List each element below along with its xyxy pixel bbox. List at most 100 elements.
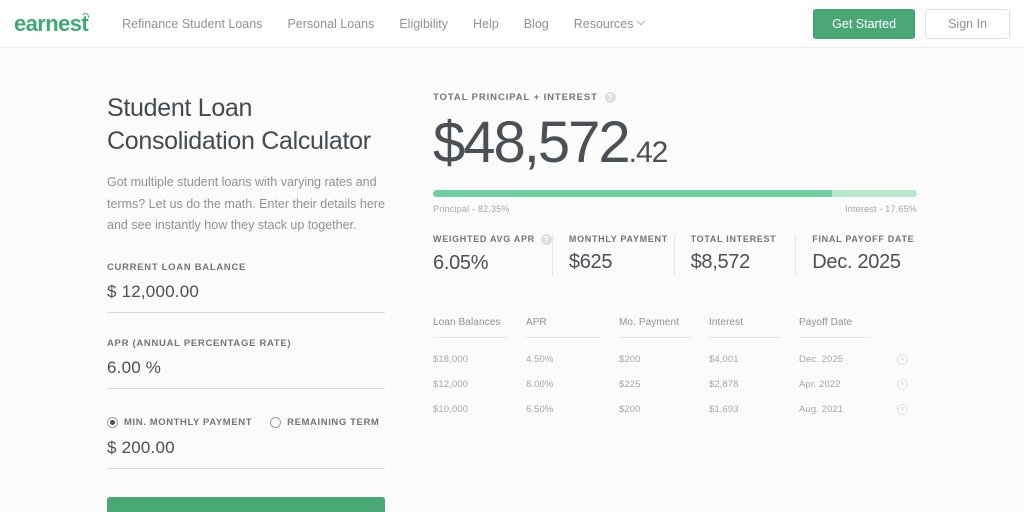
header-actions: Get Started Sign In xyxy=(813,8,1010,39)
stat-final-payoff-date: FINAL PAYOFF DATE Dec. 2025 xyxy=(795,233,917,275)
cell-apr: 4.50% xyxy=(526,353,554,365)
main-navigation: Refinance Student Loans Personal Loans E… xyxy=(122,16,646,31)
apr-input[interactable]: 6.00 % xyxy=(107,358,385,389)
stat-total-interest: TOTAL INTEREST $8,572 xyxy=(673,233,796,275)
apr-field: APR (ANNUAL PERCENTAGE RATE) 6.00 % xyxy=(107,338,385,389)
nav-item-refinance-student-loans[interactable]: Refinance Student Loans xyxy=(122,17,262,31)
current-loan-balance-field: CURRENT LOAN BALANCE $ 12,000.00 xyxy=(107,262,385,313)
nav-label: Blog xyxy=(523,16,549,31)
total-amount-cents: .42 xyxy=(628,136,669,169)
stat-label-text: TOTAL INTEREST xyxy=(690,233,777,244)
calculator-form-panel: Student Loan Consolidation Calculator Go… xyxy=(0,92,385,512)
remove-loan-icon[interactable]: × xyxy=(897,353,908,365)
logo-flourish-icon xyxy=(81,11,91,21)
logo-text: earnest xyxy=(14,10,89,36)
loan-table-body: $18,000 4.50% $200 $4,001 Dec. 2025 × $1… xyxy=(433,347,917,422)
column-label: Loan Balances xyxy=(433,317,508,338)
page-description: Got multiple student loans with varying … xyxy=(107,175,385,232)
earnest-logo[interactable]: earnest xyxy=(8,10,94,36)
site-header: earnest Refinance Student Loans Personal… xyxy=(0,0,1024,48)
cell-balance: $10,000 xyxy=(433,403,469,415)
principal-legend: Principal - 82.35% xyxy=(433,203,510,214)
nav-label: Resources xyxy=(573,16,634,31)
nav-label: Refinance Student Loans xyxy=(122,16,263,31)
interest-legend: Interest - 17.65% xyxy=(845,203,917,214)
nav-item-personal-loans[interactable]: Personal Loans xyxy=(287,17,374,31)
cell-interest: $4,001 xyxy=(709,353,739,365)
sign-in-button[interactable]: Sign In xyxy=(925,8,1010,39)
cell-interest: $2,878 xyxy=(709,378,739,390)
current-loan-balance-label: CURRENT LOAN BALANCE xyxy=(107,261,247,273)
stat-label: MONTHLY PAYMENT xyxy=(569,234,674,244)
column-header-loan-balances: Loan Balances xyxy=(433,317,526,347)
nav-item-eligibility[interactable]: Eligibility xyxy=(399,17,448,31)
column-header-interest: Interest xyxy=(709,317,799,347)
stat-weighted-avg-apr: WEIGHTED AVG APR ? 6.05% xyxy=(433,233,552,275)
stat-label: TOTAL INTEREST xyxy=(691,234,796,244)
results-panel: TOTAL PRINCIPAL + INTEREST ? $48,572 .42… xyxy=(385,92,1024,512)
cell-interest: $1,693 xyxy=(709,403,739,415)
nav-label: Eligibility xyxy=(399,16,448,31)
nav-label: Help xyxy=(472,16,499,31)
total-amount: $48,572 .42 xyxy=(433,110,1024,176)
column-label: Interest xyxy=(709,317,781,338)
principal-interest-bar: Principal - 82.35% Interest - 17.65% xyxy=(433,189,917,214)
cell-balance: $12,000 xyxy=(433,378,469,390)
column-label: APR xyxy=(526,317,601,338)
stat-label-text: WEIGHTED AVG APR xyxy=(433,234,535,245)
apr-label: APR (ANNUAL PERCENTAGE RATE) xyxy=(107,337,292,349)
add-loan-button[interactable]: Add Loan xyxy=(107,496,385,512)
column-header-actions xyxy=(889,317,917,347)
nav-item-blog[interactable]: Blog xyxy=(524,17,549,31)
stat-label-text: FINAL PAYOFF DATE xyxy=(812,233,915,244)
cell-payment: $200 xyxy=(619,353,641,365)
summary-stats: WEIGHTED AVG APR ? 6.05% MONTHLY PAYMENT… xyxy=(433,233,917,275)
get-started-button[interactable]: Get Started xyxy=(813,8,916,39)
progress-bar-principal-fill xyxy=(433,189,832,197)
radio-unselected-icon xyxy=(270,416,282,428)
stat-value: 6.05% xyxy=(433,251,489,274)
stat-value: Dec. 2025 xyxy=(812,250,901,273)
table-row: $18,000 4.50% $200 $4,001 Dec. 2025 × xyxy=(433,347,917,372)
help-icon[interactable]: ? xyxy=(540,233,552,245)
stat-label-text: MONTHLY PAYMENT xyxy=(568,233,668,244)
cell-actions: × xyxy=(889,347,917,372)
stat-monthly-payment: MONTHLY PAYMENT $625 xyxy=(551,233,674,275)
help-icon[interactable]: ? xyxy=(604,92,616,103)
column-header-apr: APR xyxy=(526,317,619,347)
loan-table-head: Loan Balances APR Mo. Payment Interest P… xyxy=(433,317,917,347)
cell-apr: 6.50% xyxy=(526,403,554,415)
cell-apr: 8.00% xyxy=(526,378,554,390)
loan-table: Loan Balances APR Mo. Payment Interest P… xyxy=(433,317,917,422)
radio-min-monthly-payment-label: MIN. MONTHLY PAYMENT xyxy=(124,416,253,428)
stat-label: WEIGHTED AVG APR ? xyxy=(433,233,552,245)
radio-selected-icon xyxy=(107,416,118,428)
cell-balance: $18,000 xyxy=(433,353,469,365)
loan-table-header-row: Loan Balances APR Mo. Payment Interest P… xyxy=(433,317,917,347)
remove-loan-icon[interactable]: × xyxy=(897,378,908,390)
remove-loan-icon[interactable]: × xyxy=(897,403,908,415)
total-amount-main: $48,572 xyxy=(433,110,631,175)
total-principal-interest-label: TOTAL PRINCIPAL + INTEREST ? xyxy=(433,92,1024,103)
nav-label: Personal Loans xyxy=(287,16,375,31)
stat-value: $8,572 xyxy=(690,250,751,273)
nav-item-help[interactable]: Help xyxy=(473,17,499,31)
table-row: $10,000 6.50% $200 $1,693 Aug. 2021 × xyxy=(433,397,917,422)
column-label: Payoff Date xyxy=(799,317,871,338)
nav-item-resources[interactable]: Resources xyxy=(573,16,646,31)
column-header-payoff-date: Payoff Date xyxy=(799,317,889,347)
table-row: $12,000 8.00% $225 $2,878 Apr. 2022 × xyxy=(433,372,917,397)
kicker-text: TOTAL PRINCIPAL + INTEREST xyxy=(433,92,598,103)
cell-payoff: Aug. 2021 xyxy=(799,403,844,415)
cell-payoff: Apr. 2022 xyxy=(799,378,841,390)
payment-type-radio-group: MIN. MONTHLY PAYMENT REMAINING TERM xyxy=(107,416,385,428)
stat-label: FINAL PAYOFF DATE xyxy=(812,234,917,244)
cell-payment: $225 xyxy=(619,378,641,390)
radio-min-monthly-payment[interactable]: MIN. MONTHLY PAYMENT xyxy=(107,416,253,428)
bar-legend: Principal - 82.35% Interest - 17.65% xyxy=(433,204,917,214)
cell-actions: × xyxy=(889,372,917,397)
chevron-down-icon xyxy=(637,16,646,25)
monthly-payment-input[interactable]: $ 200.00 xyxy=(107,438,385,469)
radio-remaining-term[interactable]: REMAINING TERM xyxy=(270,416,379,428)
current-loan-balance-input[interactable]: $ 12,000.00 xyxy=(107,282,385,313)
